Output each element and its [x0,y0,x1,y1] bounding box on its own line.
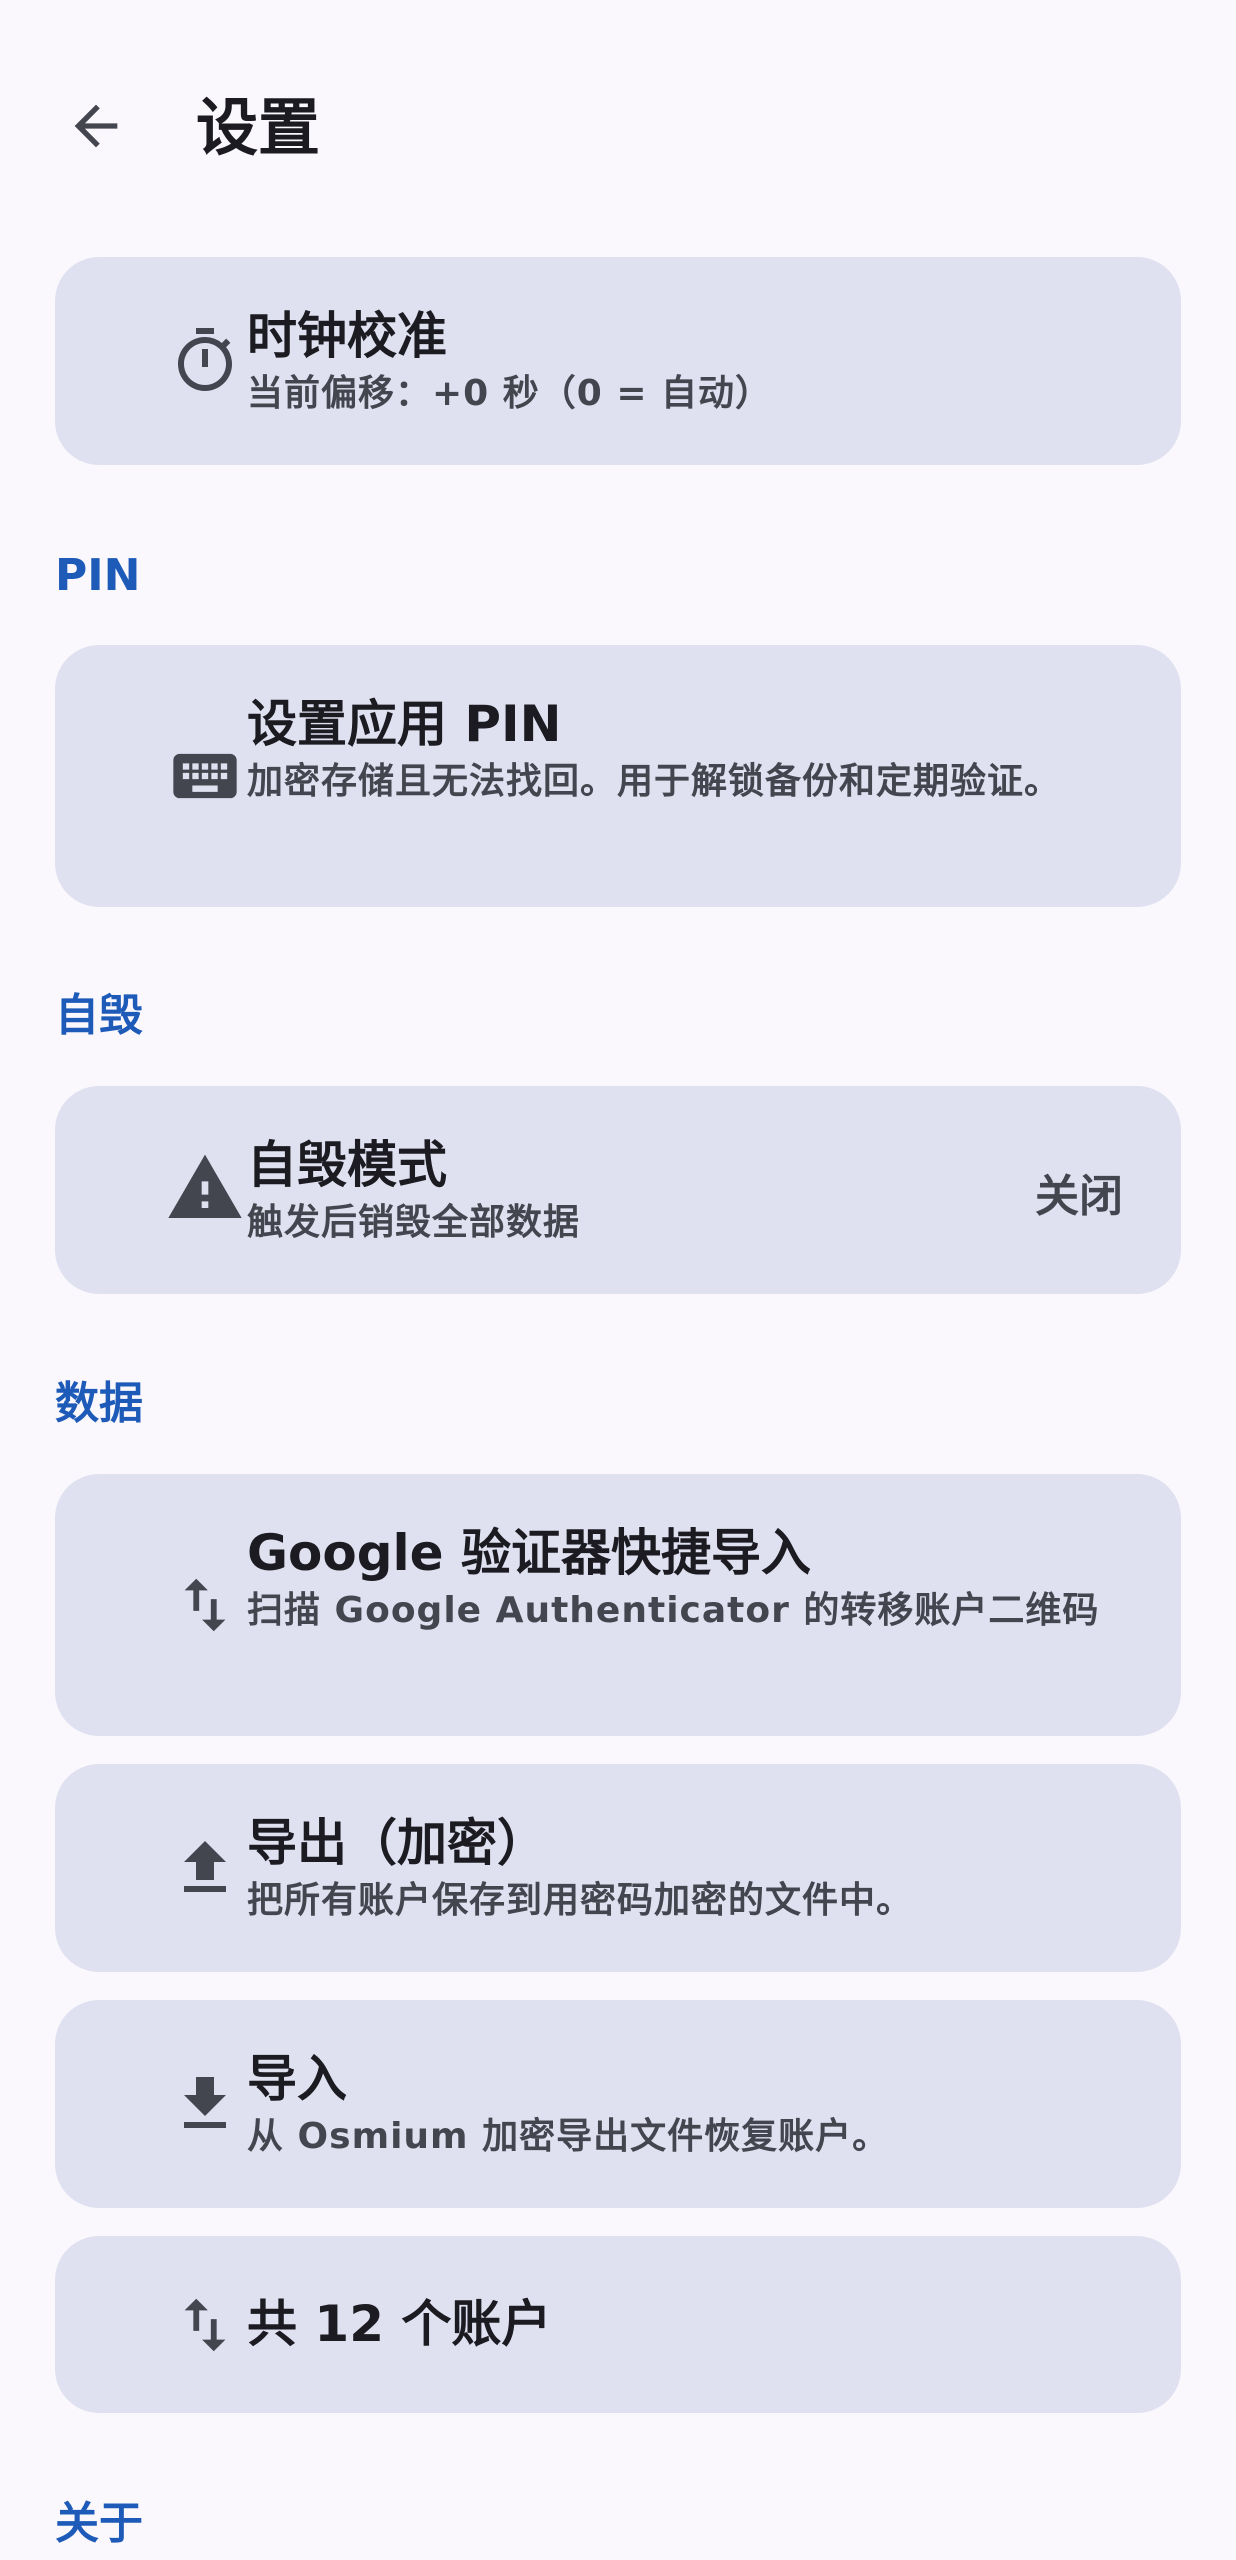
swap-vert-icon [165,1565,245,1645]
import-title: 导入 [247,2050,347,2108]
google-import-title: Google 验证器快捷导入 [247,1524,811,1582]
google-authenticator-import-card[interactable]: Google 验证器快捷导入 扫描 Google Authenticator 的… [55,1474,1181,1736]
self-destruct-state: 关闭 [1035,1171,1123,1222]
self-destruct-card[interactable]: 自毁模式 触发后销毁全部数据 关闭 [55,1086,1181,1294]
top-app-bar: 设置 [0,0,1236,260]
section-header-about: 关于 [55,2498,143,2549]
export-encrypted-card[interactable]: 导出（加密） 把所有账户保存到用密码加密的文件中。 [55,1764,1181,1972]
upload-icon [165,1828,245,1908]
download-icon [165,2064,245,2144]
account-count-card[interactable]: 共 12 个账户 [55,2236,1181,2413]
clock-offset-subtitle: 当前偏移：+0 秒（0 = 自动） [247,373,773,414]
set-app-pin-title: 设置应用 PIN [247,695,562,753]
self-destruct-subtitle: 触发后销毁全部数据 [247,1202,581,1243]
export-subtitle: 把所有账户保存到用密码加密的文件中。 [247,1880,914,1921]
page-title: 设置 [196,91,321,164]
clock-calibration-title: 时钟校准 [247,307,447,365]
section-header-data: 数据 [55,1378,143,1429]
import-subtitle: 从 Osmium 加密导出文件恢复账户。 [247,2116,890,2157]
back-button[interactable] [52,84,140,172]
section-header-self-destruct: 自毁 [55,990,143,1041]
set-app-pin-subtitle: 加密存储且无法找回。用于解锁备份和定期验证。 [247,761,1062,802]
keyboard-icon [165,736,245,816]
set-app-pin-card[interactable]: 设置应用 PIN 加密存储且无法找回。用于解锁备份和定期验证。 [55,645,1181,907]
warning-icon [165,1148,245,1228]
account-count-title: 共 12 个账户 [247,2295,552,2353]
import-card[interactable]: 导入 从 Osmium 加密导出文件恢复账户。 [55,2000,1181,2208]
section-header-pin: PIN [55,550,141,601]
google-import-subtitle: 扫描 Google Authenticator 的转移账户二维码 [247,1590,1100,1631]
clock-calibration-card[interactable]: 时钟校准 当前偏移：+0 秒（0 = 自动） [55,257,1181,465]
arrow-back-icon [64,94,128,162]
self-destruct-title: 自毁模式 [247,1136,447,1194]
swap-vert-icon [165,2285,245,2365]
timer-icon [165,321,245,401]
export-title: 导出（加密） [247,1814,547,1872]
